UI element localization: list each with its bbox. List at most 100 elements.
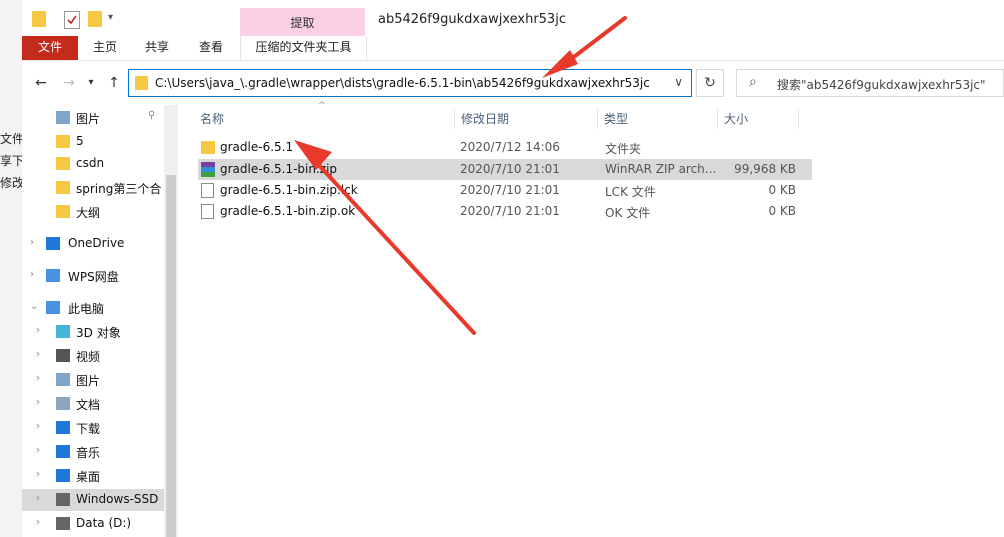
chevron-right-icon[interactable]: › (30, 269, 34, 280)
column-divider[interactable] (597, 109, 598, 129)
up-arrow-icon[interactable]: ↑ (104, 73, 124, 93)
table-row[interactable]: gradle-6.5.1 2020/7/12 14:06 文件夹 (198, 137, 812, 158)
nav-item[interactable]: › Data (D:) (22, 513, 178, 535)
nav-item[interactable]: › 音乐 (22, 441, 178, 463)
music-icon (56, 445, 70, 458)
nav-item[interactable]: › WPS网盘 (22, 265, 178, 287)
chevron-right-icon[interactable]: › (36, 469, 40, 480)
nav-item-label: Windows-SSD (76, 492, 159, 506)
documents-icon (56, 397, 70, 410)
nav-item-label: 5 (76, 134, 84, 148)
column-header-date[interactable]: 修改日期 (461, 105, 509, 133)
table-row[interactable]: gradle-6.5.1-bin.zip.ok 2020/7/10 21:01 OK… (198, 201, 812, 222)
nav-item[interactable]: › 图片 (22, 369, 178, 391)
tab-compressed-folder-tools[interactable]: 压缩的文件夹工具 (240, 36, 367, 60)
3d-objects-icon (56, 325, 70, 338)
checkmark-icon (67, 15, 77, 25)
nav-item[interactable]: spring第三个合 (22, 177, 178, 199)
tab-home[interactable]: 主页 (84, 36, 126, 60)
nav-item-label: 大纲 (76, 206, 101, 220)
wps-cloud-icon (46, 269, 60, 282)
forward-arrow-icon[interactable]: → (58, 73, 80, 93)
table-row[interactable]: gradle-6.5.1-bin.zip.lck 2020/7/10 21:01 L… (198, 180, 812, 201)
context-group-label: 提取 (290, 16, 315, 30)
pictures-icon (56, 373, 70, 386)
nav-item[interactable]: › Windows-SSD (22, 489, 178, 511)
cell-type: 文件夹 (605, 142, 642, 156)
chevron-right-icon[interactable]: › (36, 421, 40, 432)
pin-icon[interactable]: ⚲ (148, 110, 155, 121)
navigation-pane: 图片 ⚲ 5 csdn spring第三个合大纲 › OneDrive › WPS网盘 ⌄ 此电脑 ›… (22, 105, 178, 537)
refresh-icon[interactable]: ↻ (696, 69, 724, 97)
cell-date: 2020/7/10 21:01 (460, 162, 560, 176)
tab-file[interactable]: 文件 (22, 36, 78, 60)
chevron-right-icon[interactable]: › (36, 373, 40, 384)
nav-item-label: WPS网盘 (68, 270, 119, 284)
nav-item[interactable]: 大纲 (22, 201, 178, 223)
nav-item[interactable]: › 文档 (22, 393, 178, 415)
nav-item-label: 桌面 (76, 470, 101, 484)
nav-item[interactable]: › OneDrive (22, 233, 178, 255)
context-group-extract[interactable]: 提取 (240, 8, 365, 36)
search-placeholder: 搜索"ab5426f9gukdxawjxexhr53jc" (777, 78, 986, 92)
column-header-size[interactable]: 大小 (724, 105, 748, 133)
cell-type: LCK 文件 (605, 185, 656, 199)
address-bar[interactable]: C:\Users\java_\.gradle\wrapper\dists\gra… (128, 69, 692, 97)
drive-icon (56, 517, 70, 530)
column-divider[interactable] (798, 109, 799, 129)
nav-item[interactable]: csdn (22, 153, 178, 175)
cell-type: OK 文件 (605, 206, 651, 220)
quick-access-dropdown-icon[interactable]: ▾ (108, 12, 113, 23)
videos-icon (56, 349, 70, 362)
address-row: ← → ▾ ↑ C:\Users\java_\.gradle\wrapper\d… (22, 61, 1004, 105)
chevron-right-icon[interactable]: › (36, 325, 40, 336)
nav-item-label: 3D 对象 (76, 326, 121, 340)
chevron-right-icon[interactable]: › (36, 445, 40, 456)
nav-item-label: 图片 (76, 112, 101, 126)
background-text-1: 文件 (0, 132, 25, 146)
nav-item[interactable]: ⌄ 此电脑 (22, 297, 178, 319)
pictures-icon (56, 111, 70, 124)
title-bar: ▾ 提取 ab5426f9gukdxawjxexhr53jc (22, 0, 1004, 36)
drive-icon (56, 493, 70, 506)
new-folder-icon[interactable] (88, 11, 102, 27)
recent-locations-icon[interactable]: ▾ (84, 73, 98, 93)
nav-item[interactable]: 图片 ⚲ (22, 107, 178, 129)
nav-item[interactable]: › 下载 (22, 417, 178, 439)
chevron-right-icon[interactable]: › (36, 349, 40, 360)
nav-pane-scrollbar[interactable] (164, 105, 178, 537)
nav-item-label: 此电脑 (68, 302, 105, 316)
column-divider[interactable] (717, 109, 718, 129)
address-path[interactable]: C:\Users\java_\.gradle\wrapper\dists\gra… (155, 76, 650, 90)
nav-item-label: OneDrive (68, 236, 125, 250)
address-dropdown-icon[interactable]: ∨ (674, 75, 683, 89)
tab-view[interactable]: 查看 (190, 36, 232, 60)
background-text-3: 修改 (0, 176, 25, 190)
nav-item[interactable]: › 3D 对象 (22, 321, 178, 343)
nav-item[interactable]: 5 (22, 131, 178, 153)
properties-icon[interactable] (64, 11, 80, 29)
folder-icon[interactable] (32, 11, 46, 27)
chevron-down-icon[interactable]: ⌄ (30, 301, 38, 312)
nav-item-label: 音乐 (76, 446, 101, 460)
this-pc-icon (46, 301, 60, 314)
cell-size: 99,968 KB (734, 162, 796, 176)
search-input[interactable]: ⌕ 搜索"ab5426f9gukdxawjxexhr53jc" (736, 69, 1004, 97)
onedrive-icon (46, 237, 60, 250)
column-header-name[interactable]: 名称 (200, 105, 224, 133)
nav-item-label: Data (D:) (76, 516, 132, 530)
nav-item[interactable]: › 视频 (22, 345, 178, 367)
scrollbar-thumb[interactable] (166, 175, 176, 537)
tab-share[interactable]: 共享 (136, 36, 178, 60)
file-icon (201, 204, 214, 219)
chevron-right-icon[interactable]: › (36, 397, 40, 408)
nav-item[interactable]: › 桌面 (22, 465, 178, 487)
chevron-right-icon[interactable]: › (30, 237, 34, 248)
column-header-type[interactable]: 类型 (604, 105, 628, 133)
table-row[interactable]: gradle-6.5.1-bin.zip 2020/7/10 21:01 WinRA… (198, 159, 812, 180)
back-arrow-icon[interactable]: ← (30, 73, 52, 93)
chevron-right-icon[interactable]: › (36, 517, 40, 528)
column-divider[interactable] (454, 109, 455, 129)
desktop-icon (56, 469, 70, 482)
chevron-right-icon[interactable]: › (36, 493, 40, 504)
